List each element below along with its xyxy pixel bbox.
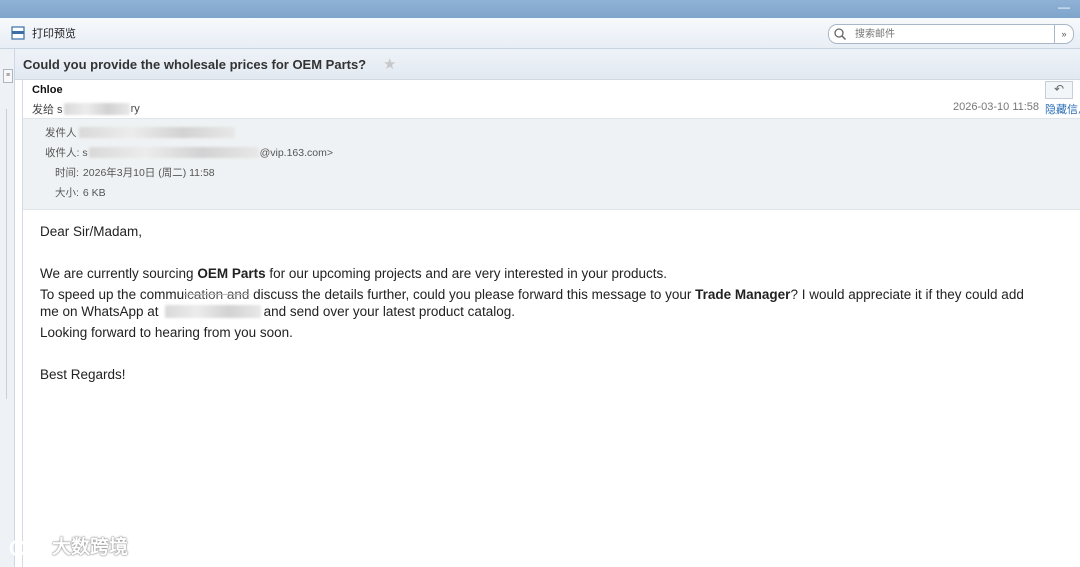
time-detail-row: 时间: 2026年3月10日 (周二) 11:58 [55,165,215,180]
recipient-suffix: ry [130,103,140,115]
search-box[interactable]: » [828,24,1074,44]
p2-text-c: discuss the details further, could you p… [249,287,696,302]
sender-detail-row: 发件人 [45,125,235,140]
redacted-sender [78,127,235,138]
minimize-icon[interactable]: — [1058,1,1070,13]
watermark-text: 大数跨境 [52,537,129,558]
redacted-whatsapp-number [164,305,261,318]
body-greeting: Dear Sir/Madam, [40,224,143,239]
size-detail-row: 大小: 6 KB [55,185,106,200]
recipient-label: 收件人: s [45,147,88,159]
reply-icon[interactable]: ↶ [1045,81,1073,99]
search-input[interactable] [853,27,1057,41]
star-icon[interactable]: ★ [383,55,396,73]
p3-text-b: and send over your latest product catalo… [263,304,515,319]
pane-resize-handle[interactable]: ≡ [3,69,13,83]
p2-text-a: To speed up the commu [40,287,185,302]
printer-icon [11,26,25,40]
recipient-detail-row: 收件人: s @vip.163.com> [45,145,333,160]
p2-text-b: ication and [184,287,250,302]
time-label: 时间: [55,167,79,179]
recipient-domain: @vip.163.com> [259,146,333,159]
redacted-recipient-address [88,147,259,158]
toolbar: 打印预览 » [0,18,1080,49]
p2-bold: Trade Manager [695,287,791,302]
body-paragraph-2: To speed up the commuication and discuss… [40,287,1024,302]
watermark-logo-icon [9,537,45,556]
body-paragraph-1: We are currently sourcing OEM Parts for … [40,266,667,281]
email-subject: Could you provide the wholesale prices f… [23,57,367,72]
size-label: 大小: [55,187,79,199]
window-titlebar: — [0,0,1080,18]
mail-reading-pane: Chloe 发给 s ry ↶ 2026-03-10 11:58 隐藏信息 发件… [22,80,1080,567]
pane-divider [6,109,7,399]
p1-text-c: for our upcoming projects and are very i… [265,266,668,281]
email-details-box: 发件人 收件人: s @vip.163.com> 时间: 2026年3月10日 … [23,118,1080,210]
watermark: 大数跨境 [8,532,128,559]
subject-bar: Could you provide the wholesale prices f… [15,49,1080,80]
body-paragraph-2-cont: me on WhatsApp at and send over your lat… [40,304,515,319]
p1-text-a: We are currently sourcing [40,266,198,281]
search-dropdown-icon[interactable]: » [1054,25,1073,43]
email-date: 2026-03-10 11:58 [953,101,1040,113]
redacted-recipient [63,103,130,115]
search-icon [834,28,847,41]
body-closing: Best Regards! [40,367,126,382]
sender-label: 发件人 [45,127,77,139]
p3-text-a: me on WhatsApp at [40,304,159,319]
p2-text-e: ? I would appreciate it if they could ad… [790,287,1024,302]
print-preview-label: 打印预览 [32,28,76,40]
print-preview-button[interactable]: 打印预览 [10,24,76,42]
p1-bold: OEM Parts [197,266,266,281]
hide-info-link[interactable]: 隐藏信息 [1045,101,1080,117]
recipient-prefix: 发给 s [32,104,63,116]
folder-pane-edge: ≡ [0,49,15,567]
sender-name: Chloe [32,84,63,96]
recipient-line: 发给 s ry [32,101,140,117]
time-value: 2026年3月10日 (周二) 11:58 [82,167,215,179]
size-value: 6 KB [82,186,106,199]
body-paragraph-3: Looking forward to hearing from you soon… [40,325,293,340]
